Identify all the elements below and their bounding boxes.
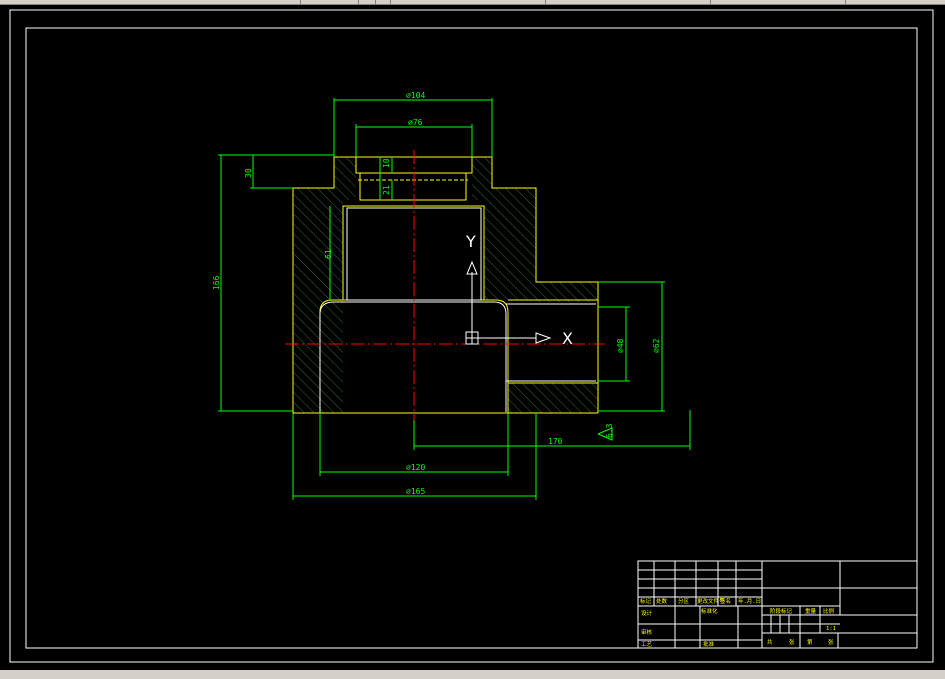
tb-header-count: 处数 [656, 597, 668, 605]
dim-side-inner: ⌀48 [616, 338, 625, 353]
tb-scale: 比例 [823, 607, 835, 615]
status-bar [0, 670, 945, 679]
tb-header-mark: 标记 [640, 597, 652, 605]
dim-bottom-inner: ⌀120 [406, 463, 425, 472]
internal-edges [319, 207, 596, 412]
tb-header-zone: 分区 [678, 597, 690, 605]
title-block: 标记 处数 分区 更改文件号 签名 年.月.日 设计 标准化 审核 工艺 批准 … [637, 560, 918, 649]
tb-process: 工艺 [641, 641, 653, 648]
dim-offset: 170 [548, 437, 563, 446]
ucs-y-label: Y [465, 232, 476, 251]
tb-approve: 批准 [703, 640, 715, 648]
tb-standardization: 标准化 [701, 607, 718, 615]
tb-page: 第 [807, 638, 813, 646]
tb-review: 审核 [641, 628, 653, 636]
dim-groove-2: 21 [382, 185, 391, 195]
hatched-walls [293, 157, 598, 413]
ucs-x-label: X [562, 329, 573, 348]
tb-header-signature: 签名 [720, 597, 731, 605]
part-section[interactable] [285, 150, 605, 420]
tb-scale-value: 1:1 [826, 626, 836, 632]
dim-groove-1: 10 [382, 158, 391, 168]
dim-bottom-outer: ⌀165 [406, 487, 425, 496]
tb-page-sheet: 张 [828, 638, 834, 646]
cad-drawing-canvas[interactable]: ⌀104 ⌀76 30 166 10 21 61 ⌀48 ⌀62 170 ⌀12… [0, 0, 945, 679]
tb-design: 设计 [641, 609, 653, 617]
tb-stage-mark: 阶段标记 [770, 607, 793, 615]
dim-bore-depth: 61 [324, 249, 333, 259]
dimensions [218, 98, 691, 500]
tb-sheet: 张 [789, 638, 795, 646]
dim-height-total: 166 [212, 275, 221, 290]
dim-side-outer: ⌀62 [652, 338, 661, 353]
dim-inner-top: ⌀76 [408, 118, 423, 127]
dim-outer-top: ⌀104 [406, 91, 425, 100]
tb-header-date: 年.月.日 [738, 597, 761, 605]
tb-weight: 重量 [805, 607, 817, 615]
dim-step-top: 30 [244, 168, 253, 178]
tb-sheet-total: 共 [767, 638, 773, 646]
roughness-symbol: 6.3 [605, 423, 614, 438]
